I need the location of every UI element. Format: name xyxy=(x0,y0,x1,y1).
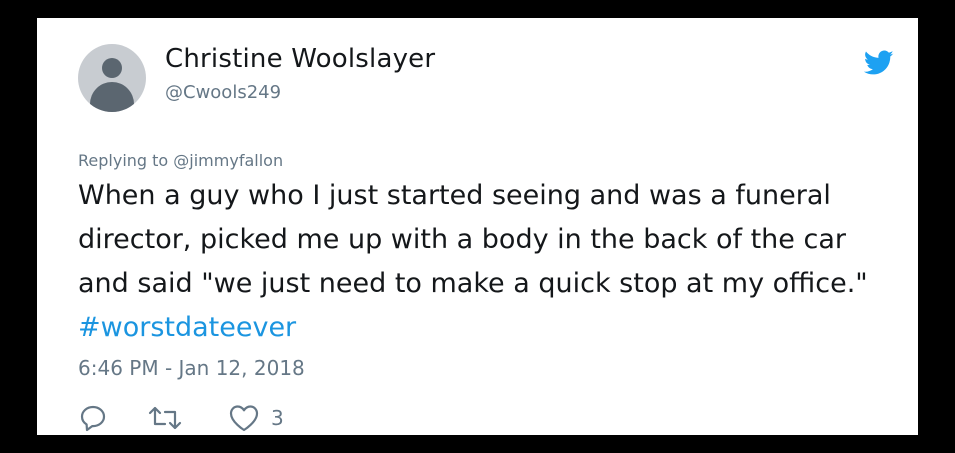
tweet-text: When a guy who I just started seeing and… xyxy=(78,174,878,350)
author-name[interactable]: Christine Woolslayer xyxy=(165,44,435,74)
reply-icon[interactable] xyxy=(78,403,108,433)
tweet-timestamp[interactable]: 6:46 PM - Jan 12, 2018 xyxy=(78,356,305,380)
avatar-body-shape xyxy=(90,82,134,112)
replying-to[interactable]: Replying to @jimmyfallon xyxy=(78,151,283,170)
tweet-card: Christine Woolslayer @Cwools249 Replying… xyxy=(37,18,918,435)
like-count: 3 xyxy=(271,406,284,430)
author-handle[interactable]: @Cwools249 xyxy=(165,82,281,103)
hashtag-link[interactable]: #worstdateever xyxy=(78,312,296,343)
avatar-head-shape xyxy=(102,58,122,78)
retweet-icon[interactable] xyxy=(146,403,184,433)
tweet-body: When a guy who I just started seeing and… xyxy=(78,180,868,299)
heart-icon[interactable] xyxy=(228,403,260,433)
twitter-bird-icon[interactable] xyxy=(864,50,894,76)
avatar[interactable] xyxy=(78,44,146,112)
